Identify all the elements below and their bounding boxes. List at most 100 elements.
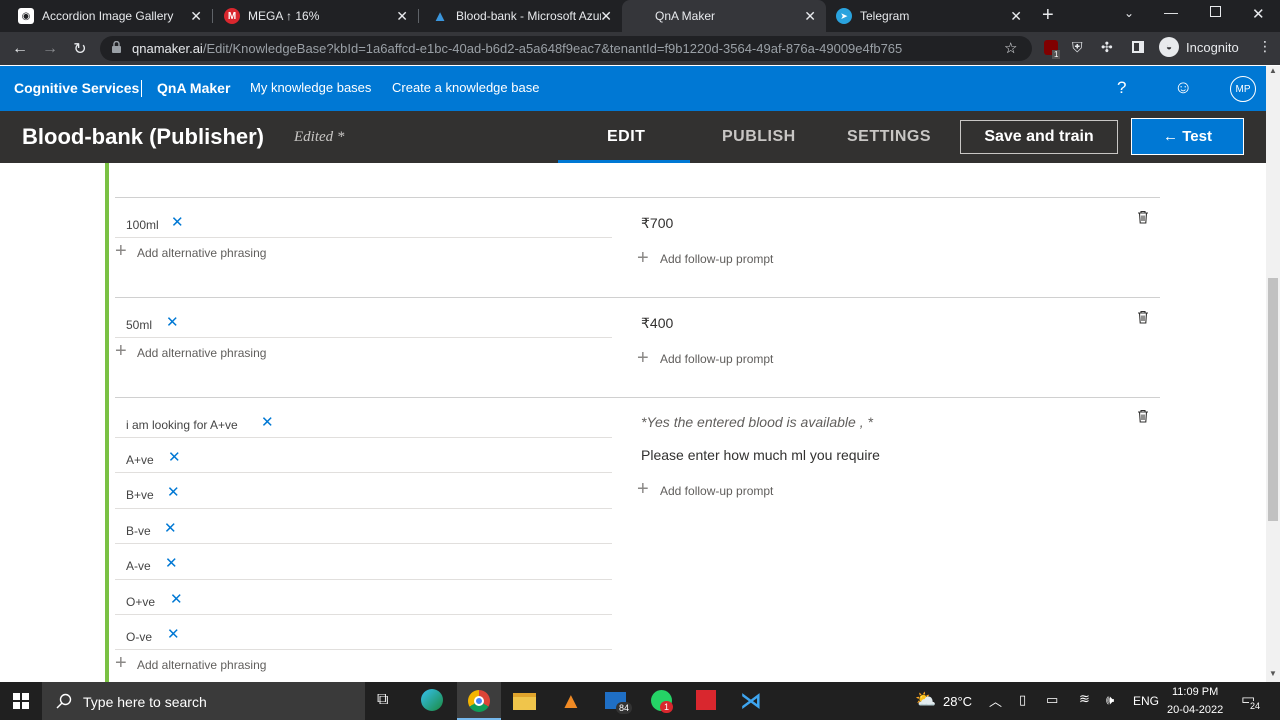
file-explorer-icon[interactable]	[513, 693, 536, 710]
clock-time[interactable]: 11:09 PM	[1172, 686, 1218, 698]
question-text[interactable]: 100ml	[126, 218, 159, 232]
test-button[interactable]: ← Test	[1131, 118, 1244, 155]
create-knowledge-base-link[interactable]: Create a knowledge base	[392, 80, 539, 95]
remove-question-icon[interactable]: ✕	[167, 485, 180, 500]
device-icon[interactable]: ▯	[1019, 692, 1026, 708]
side-panel-icon[interactable]	[1132, 41, 1144, 53]
tab-edit[interactable]: EDIT	[607, 128, 645, 146]
close-icon[interactable]: ✕	[804, 8, 816, 25]
remove-question-icon[interactable]: ✕	[166, 315, 179, 330]
remove-question-icon[interactable]: ✕	[171, 215, 184, 230]
answer-text[interactable]: Please enter how much ml you require	[641, 447, 880, 463]
maximize-icon[interactable]	[1210, 6, 1221, 17]
weather-temperature[interactable]: 28°C	[943, 694, 972, 709]
add-icon: +	[637, 478, 649, 500]
remove-question-icon[interactable]: ✕	[164, 521, 177, 536]
delete-trash-icon[interactable]	[1136, 210, 1150, 224]
close-icon[interactable]: ✕	[190, 8, 202, 25]
browser-tab[interactable]: ▲ Blood-bank - Microsoft Azure ✕	[414, 0, 622, 32]
scroll-down-arrow-icon[interactable]: ▼	[1269, 669, 1277, 678]
vlc-icon[interactable]: ▲	[560, 688, 582, 714]
reload-icon[interactable]: ↻	[66, 32, 94, 65]
add-follow-up-prompt[interactable]: Add follow-up prompt	[660, 352, 773, 366]
close-icon[interactable]: ✕	[600, 8, 612, 25]
delete-trash-icon[interactable]	[1136, 409, 1150, 423]
clock-date[interactable]: 20-04-2022	[1167, 704, 1223, 716]
question-text[interactable]: i am looking for A+ve	[126, 418, 238, 432]
question-text[interactable]: B-ve	[126, 524, 151, 538]
vscode-icon[interactable]: ⋊	[740, 688, 762, 714]
wifi-icon[interactable]: ≋	[1079, 691, 1090, 707]
tab-search-icon[interactable]: ⌄	[1124, 6, 1134, 20]
answer-text[interactable]: ₹700	[641, 215, 673, 232]
address-bar[interactable]: qnamaker.ai/Edit/KnowledgeBase?kbId=1a6a…	[100, 36, 1032, 61]
acrobat-icon[interactable]	[696, 690, 716, 710]
answer-text[interactable]: *Yes the entered blood is available , *	[641, 414, 873, 430]
back-icon[interactable]: ←	[6, 32, 34, 65]
bookmark-star-icon[interactable]: ☆	[1004, 39, 1017, 57]
question-text[interactable]: 50ml	[126, 318, 152, 332]
remove-question-icon[interactable]: ✕	[168, 450, 181, 465]
close-icon[interactable]: ✕	[396, 8, 408, 25]
browser-tab-active[interactable]: QnA Maker ✕	[622, 0, 826, 32]
add-alternative-phrasing[interactable]: Add alternative phrasing	[137, 658, 266, 672]
save-and-train-button[interactable]: Save and train	[960, 120, 1118, 154]
delete-trash-icon[interactable]	[1136, 310, 1150, 324]
weather-icon[interactable]: ⛅	[915, 690, 936, 710]
minimize-icon[interactable]: —	[1164, 4, 1178, 20]
add-alternative-phrasing[interactable]: Add alternative phrasing	[137, 246, 266, 260]
extensions-puzzle-icon[interactable]: ✣	[1101, 39, 1113, 56]
scroll-up-arrow-icon[interactable]: ▲	[1269, 66, 1277, 75]
add-follow-up-prompt[interactable]: Add follow-up prompt	[660, 252, 773, 266]
tray-chevron-icon[interactable]: ︿	[989, 691, 1002, 710]
avatar[interactable]: MP	[1230, 76, 1256, 102]
remove-question-icon[interactable]: ✕	[261, 415, 274, 430]
browser-tab[interactable]: ◉ Accordion Image Gallery ✕	[0, 0, 212, 32]
browser-tab[interactable]: M MEGA ↑ 16% ✕	[206, 0, 418, 32]
tab-title: Telegram	[860, 9, 910, 23]
browser-menu-icon[interactable]: ⋮	[1258, 38, 1272, 55]
question-text[interactable]: O-ve	[126, 630, 152, 644]
tab-title: Accordion Image Gallery	[42, 9, 174, 23]
tab-publish[interactable]: PUBLISH	[722, 128, 796, 146]
taskbar-search-box[interactable]: Type here to search	[42, 682, 365, 720]
volume-icon[interactable]: 🕪	[1106, 692, 1114, 708]
section-accent-bar	[105, 163, 109, 683]
search-icon	[56, 693, 72, 709]
add-alternative-phrasing[interactable]: Add alternative phrasing	[137, 346, 266, 360]
qna-maker-link[interactable]: QnA Maker	[157, 80, 230, 96]
battery-icon[interactable]: ▭	[1046, 692, 1058, 708]
add-follow-up-prompt[interactable]: Add follow-up prompt	[660, 484, 773, 498]
forward-icon[interactable]: →	[36, 32, 64, 65]
mega-icon: M	[224, 8, 240, 24]
remove-question-icon[interactable]: ✕	[165, 556, 178, 571]
help-icon[interactable]: ?	[1117, 78, 1126, 98]
scrollbar-thumb[interactable]	[1268, 278, 1278, 521]
chrome-taskbar-icon[interactable]	[457, 682, 501, 720]
profile-label[interactable]: Incognito	[1186, 40, 1239, 55]
window-close-icon[interactable]: ✕	[1252, 5, 1265, 23]
question-text[interactable]: A+ve	[126, 453, 154, 467]
question-text[interactable]: B+ve	[126, 488, 154, 502]
question-text[interactable]: O+ve	[126, 595, 155, 609]
azure-icon: ▲	[432, 7, 448, 25]
feedback-smiley-icon[interactable]: ☺	[1174, 77, 1192, 98]
browser-tab[interactable]: ➤ Telegram ✕	[826, 0, 1032, 32]
task-view-icon[interactable]: ⧉	[377, 691, 388, 709]
language-indicator[interactable]: ENG	[1133, 694, 1159, 708]
gallery-icon: ◉	[18, 8, 34, 24]
new-tab-button[interactable]: +	[1042, 4, 1054, 27]
close-icon[interactable]: ✕	[1010, 8, 1022, 25]
edge-browser-icon[interactable]	[421, 689, 443, 711]
cognitive-services-link[interactable]: Cognitive Services	[14, 80, 139, 96]
remove-question-icon[interactable]: ✕	[167, 627, 180, 642]
remove-question-icon[interactable]: ✕	[170, 592, 183, 607]
tab-settings[interactable]: SETTINGS	[847, 128, 931, 146]
answer-text[interactable]: ₹400	[641, 315, 673, 332]
add-icon: +	[637, 347, 649, 369]
url-text: qnamaker.ai/Edit/KnowledgeBase?kbId=1a6a…	[132, 41, 903, 56]
shield-extension-icon[interactable]: ⛨	[1072, 39, 1083, 56]
my-knowledge-bases-link[interactable]: My knowledge bases	[250, 80, 371, 95]
question-text[interactable]: A-ve	[126, 559, 151, 573]
windows-start-icon[interactable]	[13, 693, 29, 709]
